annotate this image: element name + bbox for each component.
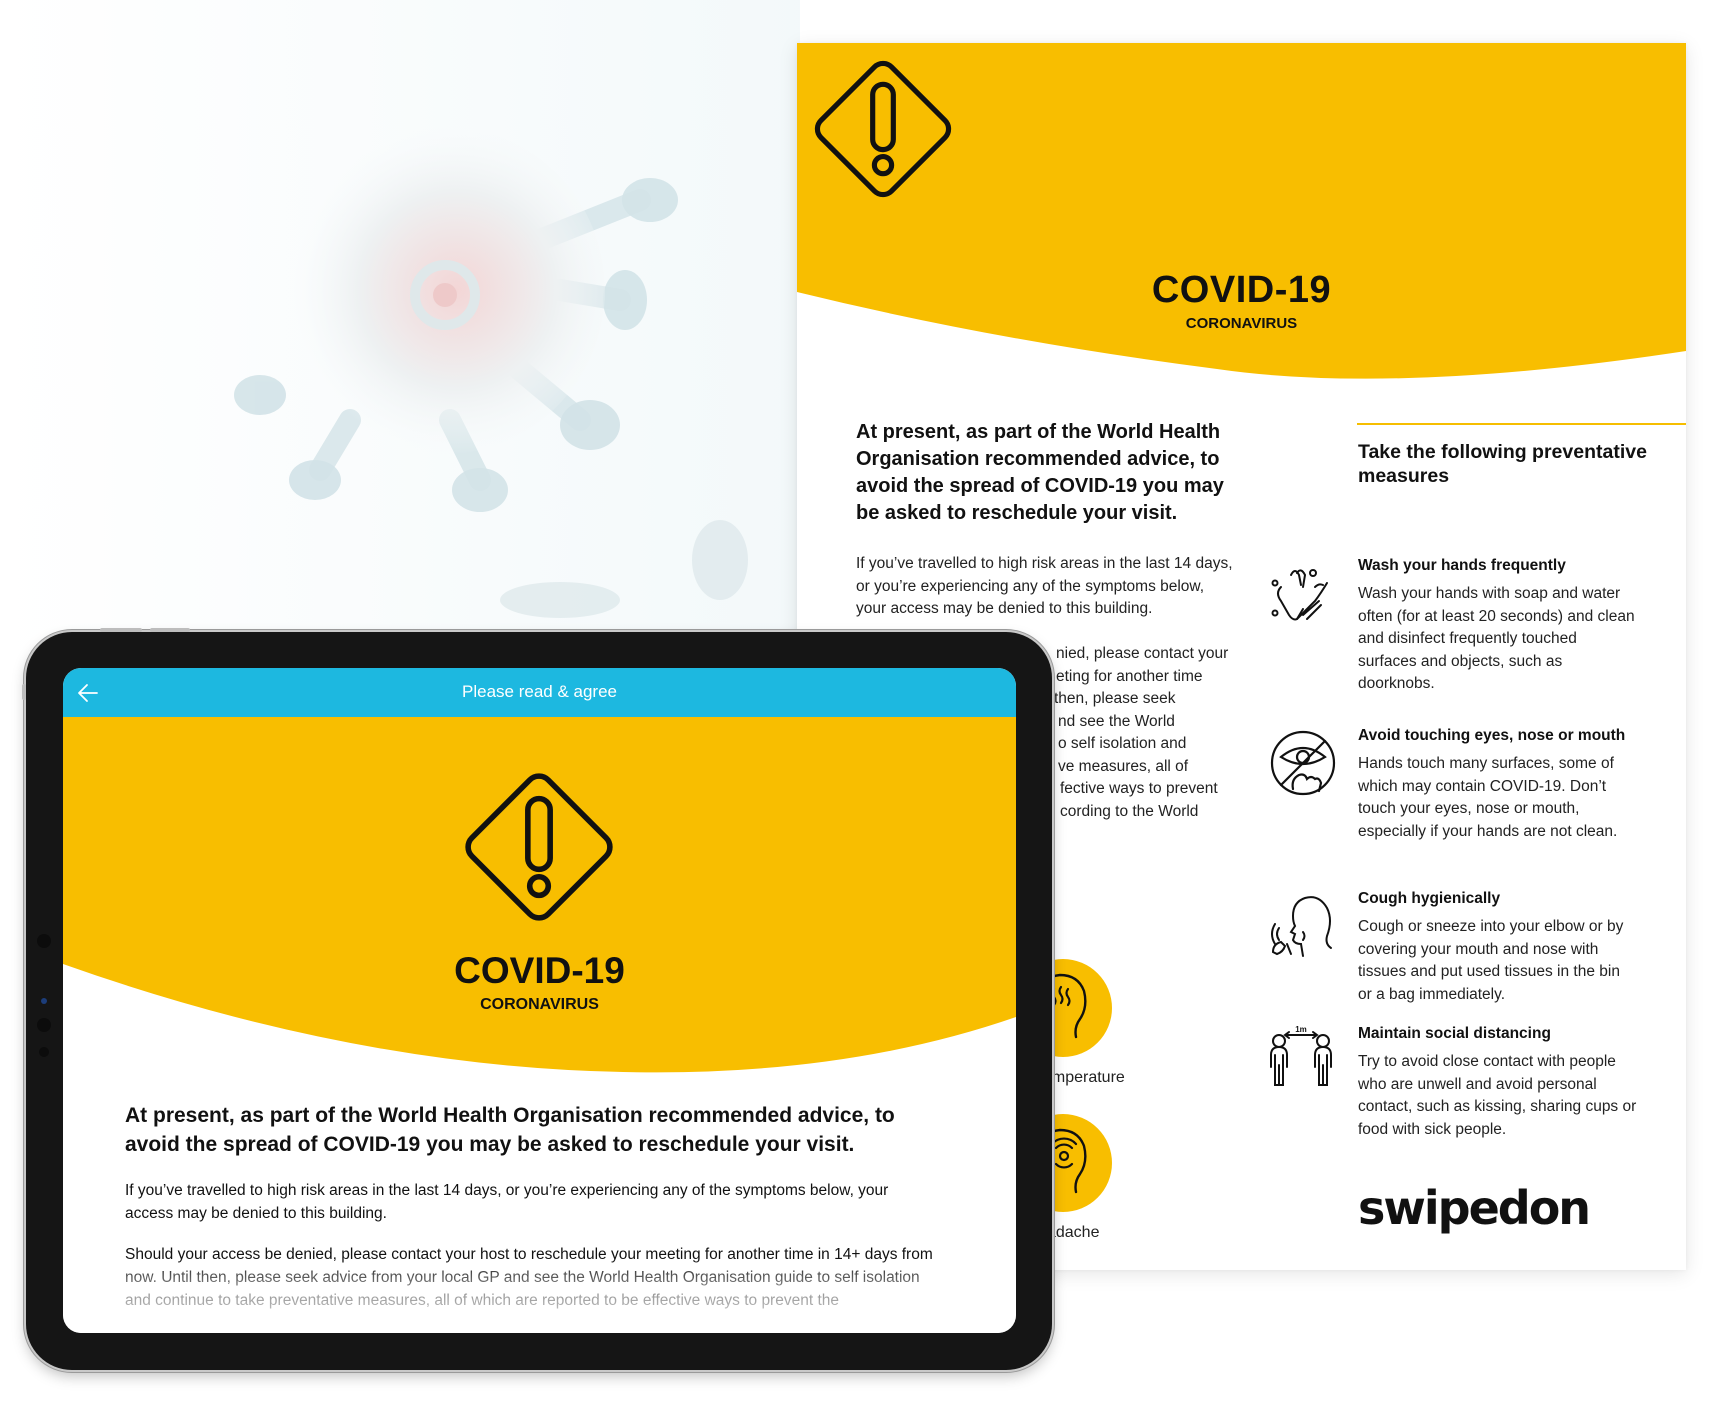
measure-title: Wash your hands frequently [1358, 557, 1566, 574]
device-side-button [22, 684, 26, 700]
tablet-screen: Please read & agree COVID-19 CORONAVIRUS… [63, 668, 1016, 1333]
device-camera [39, 1047, 49, 1057]
poster-lead-text: At present, as part of the World Health … [856, 421, 1224, 524]
hand-washing-icon [1271, 569, 1328, 621]
measure-body: Try to avoid close contact with people w… [1358, 1053, 1637, 1138]
tablet-hero-title: COVID-19 [454, 950, 625, 991]
swipedon-logo: swipedon [1358, 1181, 1591, 1235]
measure-title: Avoid touching eyes, nose or mouth [1358, 727, 1626, 744]
tablet-paragraph-2: Should your access be denied, please con… [125, 1246, 933, 1309]
poster-paragraph-1: If you’ve travelled to high risk areas i… [856, 555, 1233, 617]
tablet-hero: COVID-19 CORONAVIRUS [63, 717, 1016, 1077]
social-distancing-icon: 1m [1270, 1025, 1332, 1086]
tablet-hero-subtitle: CORONAVIRUS [480, 996, 599, 1013]
device-button [150, 628, 190, 632]
tablet-device: Please read & agree COVID-19 CORONAVIRUS… [22, 628, 1052, 1370]
measure-body: Cough or sneeze into your elbow or by co… [1358, 918, 1624, 1003]
tablet-lead-text: At present, as part of the World Health … [125, 1104, 895, 1156]
poster-hero-title: COVID-19 [1151, 269, 1332, 311]
warning-diamond-icon [465, 773, 613, 921]
measure-title: Maintain social distancing [1358, 1025, 1551, 1042]
virus-background-illustration [0, 0, 800, 680]
page-title: Please read & agree [462, 682, 617, 701]
cough-icon [1271, 896, 1332, 957]
measure-body: Hands touch many surfaces, some of which… [1358, 755, 1618, 840]
measures-divider [1357, 423, 1686, 425]
device-camera [37, 934, 51, 948]
measure-title: Cough hygienically [1358, 890, 1501, 907]
no-touching-face-icon [1270, 730, 1336, 796]
distance-label: 1m [1295, 1025, 1307, 1034]
device-button [100, 628, 142, 632]
device-camera [37, 1018, 51, 1032]
poster-hero-subtitle: CORONAVIRUS [1185, 315, 1298, 332]
tablet-paragraph-1: If you’ve travelled to high risk areas i… [125, 1182, 889, 1222]
app-top-bar: Please read & agree [63, 668, 1016, 717]
poster-hero: COVID-19 CORONAVIRUS [797, 43, 1686, 383]
device-sensor [41, 998, 47, 1004]
warning-diamond-icon [814, 60, 952, 198]
measures-title: Take the following preventative measures [1358, 441, 1647, 487]
measure-body: Wash your hands with soap and water ofte… [1358, 585, 1635, 692]
